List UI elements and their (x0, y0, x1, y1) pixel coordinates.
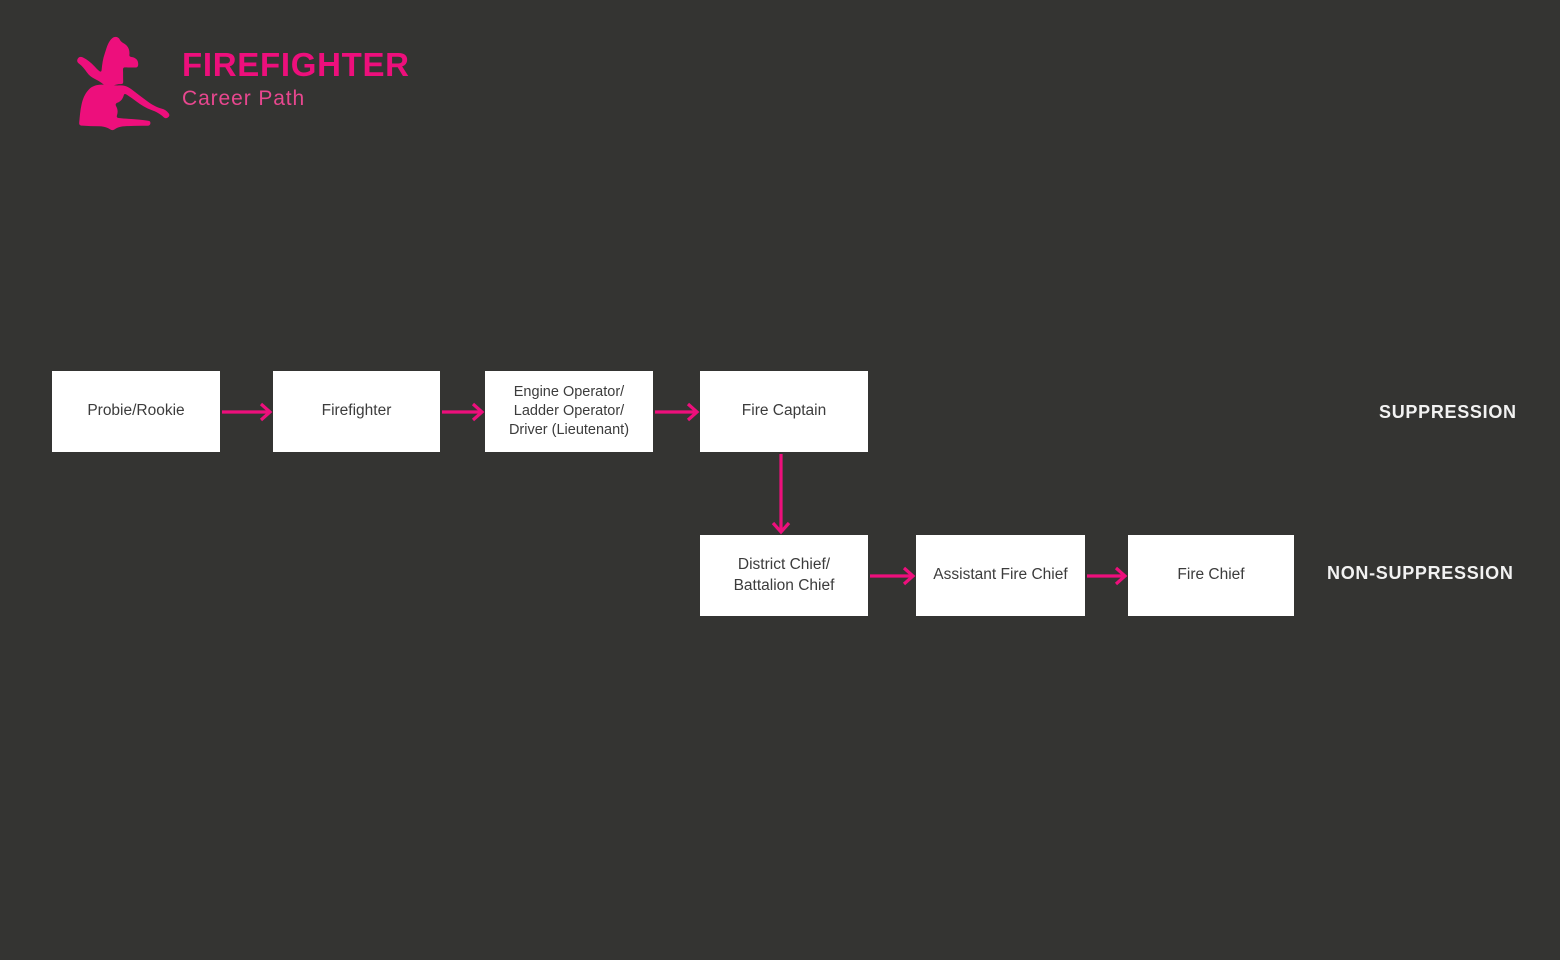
node-assistant-fire-chief[interactable]: Assistant Fire Chief (916, 535, 1085, 616)
edge-engine-operator-to-fire-captain-arrowhead (686, 402, 700, 422)
flow-connectors (222, 402, 1128, 586)
node-label: Engine Operator/ Ladder Operator/ Driver… (508, 383, 630, 439)
edge-fire-captain-to-district-chief-arrowhead (771, 521, 791, 535)
node-engine-ladder-operator-driver[interactable]: Engine Operator/ Ladder Operator/ Driver… (485, 371, 653, 452)
node-label: Fire Chief (1177, 566, 1245, 584)
edge-firefighter-to-engine-operator-arrowhead (471, 402, 485, 422)
edge-assistant-fire-chief-to-fire-chief-arrowhead (1114, 566, 1128, 586)
node-label: Probie/Rookie (87, 402, 185, 420)
career-path-flowchart: Probie/Rookie Firefighter Engine Operato… (0, 0, 1560, 960)
lane-label-non-suppression: NON-SUPPRESSION (1327, 563, 1514, 583)
node-district-battalion-chief[interactable]: District Chief/ Battalion Chief (700, 535, 868, 616)
lane-label-suppression: SUPPRESSION (1379, 402, 1517, 422)
node-firefighter[interactable]: Firefighter (273, 371, 440, 452)
node-fire-captain[interactable]: Fire Captain (700, 371, 868, 452)
edge-district-chief-to-assistant-fire-chief-arrowhead (902, 566, 916, 586)
node-fire-chief[interactable]: Fire Chief (1128, 535, 1294, 616)
node-label: District Chief/ Battalion Chief (733, 555, 835, 594)
node-label: Assistant Fire Chief (933, 566, 1068, 584)
node-label: Firefighter (321, 402, 392, 420)
node-label: Fire Captain (741, 402, 827, 420)
node-probie-rookie[interactable]: Probie/Rookie (52, 371, 220, 452)
edge-probie-to-firefighter-arrowhead (259, 402, 273, 422)
